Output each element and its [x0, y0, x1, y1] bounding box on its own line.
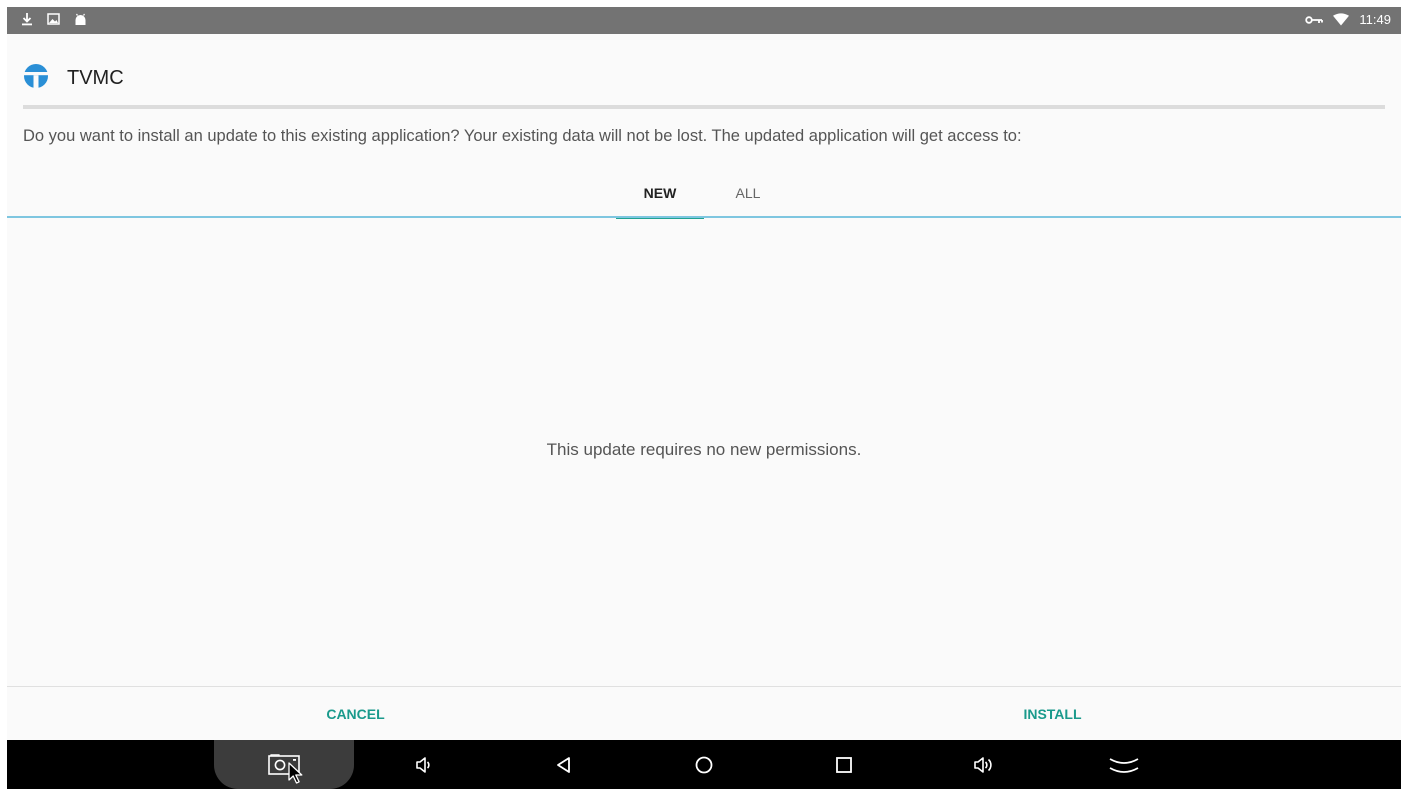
- install-message: Do you want to install an update to this…: [23, 127, 1022, 145]
- home-icon: [694, 755, 714, 775]
- recents-button[interactable]: [822, 748, 866, 782]
- permission-tabs: NEW ALL: [7, 167, 1401, 219]
- button-divider: [7, 686, 1401, 687]
- tvmc-logo-icon: [23, 63, 49, 94]
- status-time: 11:49: [1359, 12, 1391, 27]
- mouse-cursor-icon: [288, 762, 304, 789]
- back-button[interactable]: [542, 748, 586, 782]
- hide-bar-icon: [1108, 755, 1140, 775]
- app-name: TVMC: [67, 66, 124, 89]
- cancel-button[interactable]: CANCEL: [7, 689, 704, 739]
- recents-icon: [834, 755, 854, 775]
- hide-bar-button[interactable]: [1102, 748, 1146, 782]
- tab-new[interactable]: NEW: [616, 167, 704, 219]
- title-divider: [23, 105, 1385, 109]
- back-icon: [554, 755, 574, 775]
- status-bar: 11:49: [7, 7, 1401, 34]
- volume-up-icon: [972, 755, 996, 775]
- tab-all[interactable]: ALL: [704, 167, 792, 219]
- wifi-icon: [1333, 13, 1350, 26]
- vpn-key-icon: [1305, 15, 1324, 25]
- android-icon: [74, 13, 87, 26]
- dialog-title: TVMC: [23, 51, 124, 105]
- volume-down-icon: [414, 755, 434, 775]
- volume-down-button[interactable]: [402, 748, 446, 782]
- volume-up-button[interactable]: [962, 748, 1006, 782]
- image-icon: [47, 13, 60, 25]
- app-frame: 11:49 TVMC Do you want to install an upd…: [7, 7, 1401, 789]
- install-button[interactable]: INSTALL: [704, 689, 1401, 739]
- permissions-text: This update requires no new permissions.: [546, 440, 862, 459]
- tabs-divider: [7, 216, 1401, 218]
- navigation-bar: [7, 740, 1401, 789]
- download-icon: [21, 12, 33, 26]
- home-button[interactable]: [682, 748, 726, 782]
